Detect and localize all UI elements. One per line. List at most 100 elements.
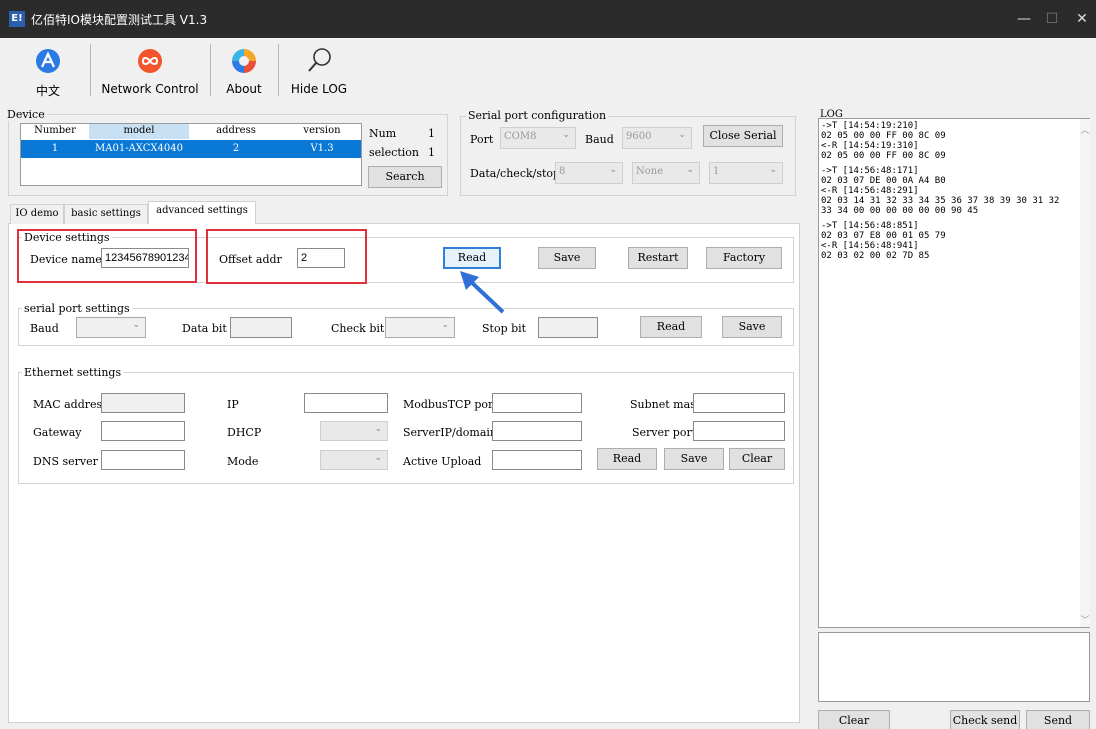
annotation-arrow-icon bbox=[460, 271, 505, 314]
scroll-down-icon[interactable]: ﹀ bbox=[1080, 613, 1090, 626]
subnet-mask-input[interactable] bbox=[693, 393, 785, 413]
magnifier-icon bbox=[301, 44, 337, 78]
chevron-down-icon: ⌄ bbox=[374, 424, 382, 434]
toolbar-separator bbox=[90, 44, 91, 96]
stop-select[interactable]: 1 ⌄ bbox=[709, 162, 783, 184]
port-label: Port bbox=[470, 133, 494, 146]
num-label: Num bbox=[369, 127, 397, 140]
chevron-down-icon: ⌄ bbox=[678, 130, 686, 140]
log-line: <-R [14:56:48:941] bbox=[821, 241, 919, 251]
server-domain-input[interactable] bbox=[492, 421, 582, 441]
ethernet-save-button[interactable]: Save bbox=[664, 448, 724, 470]
chinese-language-button[interactable]: 中文 bbox=[20, 44, 76, 99]
log-line: 02 03 02 00 02 7D 85 bbox=[821, 251, 930, 261]
mac-address-label: MAC address bbox=[33, 398, 108, 411]
active-upload-label: Active Upload bbox=[403, 455, 482, 468]
title-bar: E! 亿佰特IO模块配置测试工具 V1.3 — ☐ ✕ bbox=[0, 0, 1096, 38]
gateway-input[interactable] bbox=[101, 421, 185, 441]
active-upload-input[interactable] bbox=[492, 450, 582, 470]
factory-button[interactable]: Factory bbox=[706, 247, 782, 269]
search-button[interactable]: Search bbox=[368, 166, 442, 188]
toolbar-separator bbox=[278, 44, 279, 96]
infinity-icon bbox=[132, 44, 168, 78]
port-select[interactable]: COM8 ⌄ bbox=[500, 127, 576, 149]
column-header-model[interactable]: model bbox=[89, 125, 189, 136]
baud-value: 9600 bbox=[626, 131, 652, 142]
stop-value: 1 bbox=[713, 166, 720, 177]
log-lines: ->T [14:54:19:210] 02 05 00 00 FF 00 8C 0… bbox=[821, 121, 1059, 261]
cell-address: 2 bbox=[232, 143, 240, 154]
mode-label: Mode bbox=[227, 455, 259, 468]
log-line: 02 03 07 E8 00 01 05 79 bbox=[821, 231, 946, 241]
modbus-port-input[interactable] bbox=[492, 393, 582, 413]
cell-number: 1 bbox=[51, 143, 59, 154]
chevron-down-icon: ⌄ bbox=[441, 320, 449, 330]
baud-select[interactable]: 9600 ⌄ bbox=[622, 127, 692, 149]
ethernet-read-button[interactable]: Read bbox=[597, 448, 657, 470]
data-bits-value: 8 bbox=[559, 166, 566, 177]
mac-address-input[interactable] bbox=[101, 393, 185, 413]
scroll-up-icon[interactable]: ︿ bbox=[1080, 123, 1090, 136]
log-line: ->T [14:54:19:210] bbox=[821, 121, 919, 131]
device-table-header: Number model address version bbox=[21, 124, 361, 139]
server-port-label: Server port bbox=[632, 426, 697, 439]
toolbar-separator bbox=[210, 44, 211, 96]
device-table[interactable]: Number model address version 1 MA01-AXCX… bbox=[20, 123, 362, 186]
log-output[interactable]: ->T [14:54:19:210] 02 05 00 00 FF 00 8C 0… bbox=[818, 118, 1090, 628]
hide-log-button[interactable]: Hide LOG bbox=[284, 44, 354, 96]
column-header-version[interactable]: version bbox=[283, 125, 361, 136]
send-input[interactable] bbox=[818, 632, 1090, 702]
tab-basic-settings[interactable]: basic settings bbox=[64, 204, 148, 224]
minimize-button[interactable]: — bbox=[1012, 8, 1036, 30]
maximize-button[interactable]: ☐ bbox=[1040, 8, 1064, 30]
send-button[interactable]: Send bbox=[1026, 710, 1090, 729]
serial-read-button[interactable]: Read bbox=[640, 316, 702, 338]
tab-io-demo[interactable]: IO demo bbox=[10, 204, 64, 224]
serial-save-button[interactable]: Save bbox=[722, 316, 782, 338]
window-title: 亿佰特IO模块配置测试工具 V1.3 bbox=[31, 13, 208, 27]
mode-select[interactable]: ⌄ bbox=[320, 450, 388, 470]
chinese-label: 中文 bbox=[35, 84, 60, 98]
data-check-stop-label: Data/check/stop bbox=[470, 167, 561, 180]
ethernet-clear-button[interactable]: Clear bbox=[729, 448, 785, 470]
port-value: COM8 bbox=[504, 131, 537, 142]
network-control-button[interactable]: Network Control bbox=[96, 44, 204, 96]
data-bit-label: Data bit bbox=[182, 322, 227, 335]
server-port-input[interactable] bbox=[693, 421, 785, 441]
network-control-label: Network Control bbox=[101, 82, 199, 96]
check-select[interactable]: None ⌄ bbox=[632, 162, 700, 184]
log-clear-button[interactable]: Clear bbox=[818, 710, 890, 729]
table-row[interactable]: 1 MA01-AXCX4040 2 V1.3 bbox=[21, 140, 361, 158]
app-icon: E! bbox=[9, 11, 25, 27]
restart-button[interactable]: Restart bbox=[628, 247, 688, 269]
log-line: 02 05 00 00 FF 00 8C 09 bbox=[821, 131, 946, 141]
dhcp-select[interactable]: ⌄ bbox=[320, 421, 388, 441]
ethernet-settings-title: Ethernet settings bbox=[22, 366, 124, 379]
device-save-button[interactable]: Save bbox=[538, 247, 596, 269]
log-line: 02 03 07 DE 00 0A A4 B0 bbox=[821, 176, 946, 186]
column-header-address[interactable]: address bbox=[191, 125, 281, 136]
log-scrollbar[interactable]: ︿ ﹀ bbox=[1080, 119, 1090, 627]
data-bits-select[interactable]: 8 ⌄ bbox=[555, 162, 623, 184]
subnet-mask-label: Subnet mask bbox=[630, 398, 703, 411]
check-bit-select[interactable]: ⌄ bbox=[385, 317, 455, 338]
serial-config-title: Serial port configuration bbox=[466, 109, 609, 122]
ip-input[interactable] bbox=[304, 393, 388, 413]
cell-version: V1.3 bbox=[310, 143, 334, 154]
log-line: 02 03 14 31 32 33 34 35 36 37 38 39 30 3… bbox=[821, 196, 1060, 206]
stop-bit-input[interactable] bbox=[538, 317, 598, 338]
chevron-down-icon: ⌄ bbox=[769, 165, 777, 175]
device-read-button[interactable]: Read bbox=[443, 247, 501, 269]
about-label: About bbox=[226, 82, 262, 96]
column-header-number[interactable]: Number bbox=[21, 125, 89, 136]
dns-server-input[interactable] bbox=[101, 450, 185, 470]
check-send-button[interactable]: Check send bbox=[950, 710, 1020, 729]
baud-select[interactable]: ⌄ bbox=[76, 317, 146, 338]
data-bit-input[interactable] bbox=[230, 317, 292, 338]
chevron-down-icon: ⌄ bbox=[562, 130, 570, 140]
check-value: None bbox=[636, 166, 664, 177]
tab-advanced-settings[interactable]: advanced settings bbox=[148, 201, 256, 224]
close-button[interactable]: ✕ bbox=[1070, 8, 1094, 30]
about-button[interactable]: About bbox=[216, 44, 272, 96]
close-serial-button[interactable]: Close Serial bbox=[703, 125, 783, 147]
